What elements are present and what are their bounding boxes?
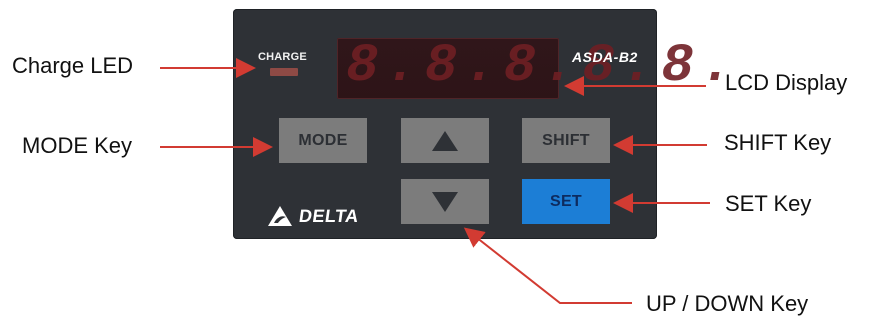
delta-panel-diagram: Charge LED LCD Display MODE Key SHIFT Ke… — [0, 0, 875, 324]
delta-logo-icon — [268, 206, 292, 226]
set-button-label: SET — [549, 192, 583, 210]
callout-mode-key: MODE Key — [22, 133, 133, 158]
callout-set-key: SET Key — [725, 191, 812, 216]
up-down-key-arrow — [463, 227, 632, 304]
callout-shift-key: SHIFT Key — [724, 130, 832, 155]
shift-button-label: SHIFT — [542, 131, 590, 149]
charge-label: CHARGE — [258, 51, 307, 63]
callout-lcd-display: LCD Display — [725, 70, 848, 95]
model-label: ASDA-B2 — [572, 49, 638, 65]
lcd-digits: 8.8.8.8.8. — [346, 36, 741, 97]
up-button[interactable] — [401, 118, 489, 163]
shift-button[interactable]: SHIFT — [522, 118, 610, 163]
mode-button[interactable]: MODE — [279, 118, 367, 163]
brand-logo: DELTA — [267, 205, 361, 227]
mode-button-label: MODE — [298, 131, 348, 149]
down-button[interactable] — [401, 179, 489, 224]
brand-label: DELTA — [297, 205, 361, 226]
charge-led-indicator — [270, 68, 298, 76]
callout-up-down-key: UP / DOWN Key — [646, 291, 809, 316]
triangle-down-icon — [432, 191, 458, 212]
set-button[interactable]: SET — [522, 179, 610, 224]
callout-charge-led: Charge LED — [12, 53, 134, 78]
triangle-up-icon — [432, 130, 458, 151]
